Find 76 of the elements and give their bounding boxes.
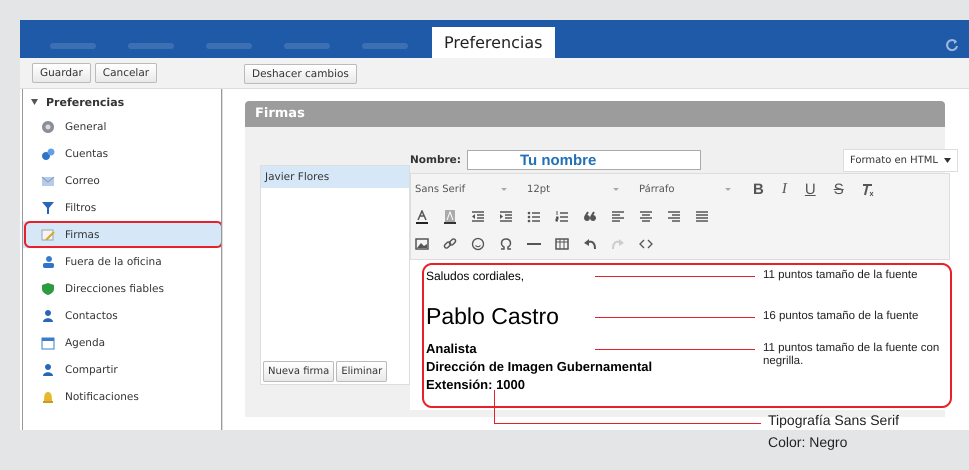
format-button[interactable]: B (751, 181, 766, 198)
sidebar-item[interactable]: Direcciones fiables (23, 275, 221, 302)
table-icon (555, 236, 569, 250)
signature-line: Pablo Castro (426, 303, 559, 330)
annotation-text: 16 puntos tamaño de la fuente (763, 310, 920, 322)
signature-line: Dirección de Imagen Gubernamental (426, 358, 652, 376)
align-center-icon (639, 210, 653, 224)
numbered-list-icon (555, 210, 569, 224)
sidebar-item[interactable]: Agenda (23, 329, 221, 356)
toolbar-button[interactable]: Guardar (32, 63, 91, 83)
shield-icon (41, 282, 55, 296)
indent-icon (499, 210, 513, 224)
caret-icon (501, 188, 507, 191)
toolbar-button[interactable]: Deshacer cambios (244, 64, 357, 84)
omega-icon (499, 236, 513, 250)
format-button[interactable]: I (780, 181, 789, 198)
funnel-icon (41, 200, 55, 214)
tree-heading[interactable]: Preferencias (46, 96, 124, 108)
format-button[interactable]: U (802, 181, 818, 198)
sidebar-item[interactable]: General (23, 113, 221, 140)
sidebar-item[interactable]: Fuera de la oficina (23, 248, 221, 275)
outdent-icon (471, 210, 485, 224)
calendar-icon (41, 336, 55, 350)
document-pen-icon (41, 228, 55, 242)
name-field[interactable]: Tu nombre (466, 150, 701, 170)
gear-icon (41, 120, 55, 134)
caret-icon (725, 188, 731, 191)
person-icon (41, 362, 55, 376)
signature-line: Saludos cordiales, (426, 269, 524, 283)
sidebar-item[interactable]: Compartir (23, 356, 221, 383)
annotation-text: Tipografía Sans Serif (768, 412, 899, 428)
text-color-icon (415, 210, 429, 224)
field-label: Nombre: (410, 154, 461, 166)
list-item[interactable]: Javier Flores (261, 166, 409, 188)
people-icon (41, 146, 55, 160)
bullet-list-icon (527, 210, 541, 224)
caret-icon (944, 158, 951, 162)
format-dropdown[interactable]: Formato en HTML (842, 148, 958, 172)
action-button[interactable]: Nueva firma (263, 361, 334, 382)
tab[interactable]: Preferencias (432, 27, 555, 58)
signature-line: Analista (426, 340, 477, 358)
font-dropdown[interactable]: 12pt (527, 184, 625, 195)
refresh-icon (945, 38, 959, 52)
link-icon (443, 236, 457, 250)
annotation-text: Color: Negro (768, 434, 848, 450)
sidebar-item[interactable]: Filtros (23, 194, 221, 221)
section-header: Firmas (245, 101, 945, 127)
sidebar-item[interactable]: Correo (23, 167, 221, 194)
sidebar-item[interactable]: Cuentas (23, 140, 221, 167)
sidebar-item[interactable]: Notificaciones (23, 383, 221, 410)
sidebar-item[interactable]: Contactos (23, 302, 221, 329)
action-button[interactable]: Eliminar (336, 361, 388, 382)
person-icon (41, 254, 55, 268)
quote-icon (583, 210, 597, 224)
font-dropdown[interactable]: Sans Serif (415, 184, 513, 195)
person-icon (41, 308, 55, 322)
font-dropdown[interactable]: Párrafo (639, 184, 737, 195)
sidebar-item[interactable]: Firmas (23, 221, 221, 248)
undo-icon (583, 236, 597, 250)
envelope-icon (41, 174, 55, 188)
bell-icon (41, 390, 55, 404)
justify-icon (695, 210, 709, 224)
format-button[interactable]: S (832, 181, 846, 198)
source-code-icon (639, 236, 653, 250)
align-right-icon (667, 210, 681, 224)
image-icon (415, 236, 429, 250)
redo-icon (611, 236, 625, 250)
annotation-text: 11 puntos tamaño de la fuente (763, 269, 919, 282)
emoji-icon (471, 236, 485, 250)
caret-icon (613, 188, 619, 191)
toolbar-button[interactable]: Cancelar (94, 63, 158, 83)
highlight-icon (443, 210, 457, 224)
annotation-text: 11 puntos tamaño de la fuente con negrilla. (763, 342, 940, 368)
signature-line: Extensión: 1000 (426, 376, 525, 394)
horizontal-rule-icon (527, 242, 541, 244)
align-left-icon (611, 210, 625, 224)
